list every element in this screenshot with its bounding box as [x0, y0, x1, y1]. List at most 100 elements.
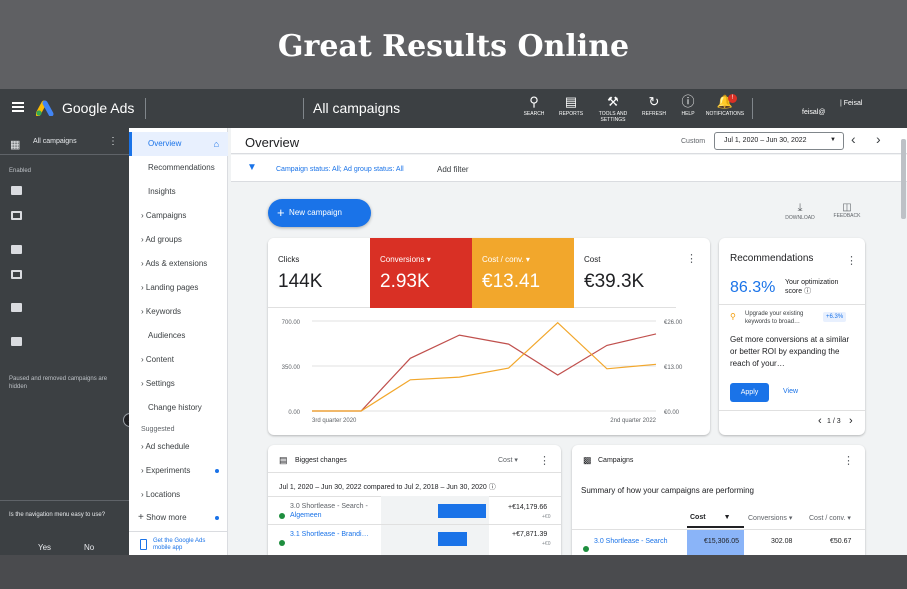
- paused-note: Paused and removed campaigns are hidden: [9, 376, 108, 390]
- help-icon[interactable]: ⓘ HELP: [671, 95, 705, 118]
- feedback-question: Is the navigation menu easy to use?: [9, 512, 106, 518]
- custom-label: Custom: [681, 138, 706, 145]
- notification-badge: !: [728, 94, 737, 103]
- search-icon[interactable]: ⚲ SEARCH: [517, 95, 551, 118]
- bottom-strip: [0, 555, 907, 589]
- reports-icon[interactable]: ▤ REPORTS: [554, 95, 588, 118]
- changes-icon: ▤: [279, 455, 288, 465]
- nav-item-locations[interactable]: › Locations: [129, 483, 228, 507]
- biggest-changes-card: ▤ Biggest changes Cost ▾ ⋮ Jul 1, 2020 –…: [268, 445, 561, 555]
- chart-menu-icon[interactable]: ⋮: [686, 252, 697, 265]
- nav-item-recommendations[interactable]: Recommendations: [129, 156, 228, 180]
- metric-cost-per-conv[interactable]: Cost / conv. ▾ €13.41: [472, 238, 574, 308]
- new-campaign-button[interactable]: + New campaign: [268, 199, 371, 227]
- search-campaign-icon[interactable]: [11, 303, 22, 312]
- nav-item-overview[interactable]: Overview ⌂: [129, 132, 228, 156]
- hamburger-icon[interactable]: [12, 102, 24, 112]
- campaign-rail: ▦ All campaigns ⋮ Enabled Paused and rem…: [0, 128, 137, 555]
- apply-button[interactable]: Apply: [730, 383, 769, 402]
- banner: Great Results Online: [0, 0, 907, 92]
- prev-period-icon[interactable]: ‹: [851, 131, 856, 147]
- download-icon[interactable]: ⤓ DOWNLOAD: [784, 202, 816, 221]
- score-label: Your optimization score ⓘ: [785, 279, 839, 295]
- more-vert-icon[interactable]: ⋮: [539, 454, 550, 467]
- bar-chart-icon: ▩: [583, 455, 592, 465]
- col-cost-per-conv[interactable]: Cost / conv. ▾: [809, 514, 851, 522]
- prev-recommendation-icon[interactable]: ‹: [818, 415, 822, 427]
- x-tick-label: 2nd quarter 2022: [610, 418, 656, 424]
- nav-item-landing-pages[interactable]: › Landing pages: [129, 276, 228, 300]
- nav-item-experiments[interactable]: › Experiments: [129, 459, 228, 483]
- recommendation-body: Get more conversions at a similar or bet…: [730, 335, 850, 368]
- nav-item-campaigns[interactable]: › Campaigns: [129, 204, 228, 228]
- y2-tick-label: €26.00: [664, 320, 683, 326]
- overview-title: Overview: [245, 135, 300, 150]
- next-period-icon[interactable]: ›: [876, 131, 881, 147]
- change-bar: [438, 504, 486, 518]
- filter-icon[interactable]: ▼: [247, 162, 257, 173]
- compare-range: Jul 1, 2020 – Jun 30, 2022 compared to J…: [279, 484, 496, 491]
- col-cost[interactable]: Cost ▼: [690, 514, 731, 521]
- top-bar: Google Ads All campaigns ⚲ SEARCH ▤ REPORT…: [0, 89, 907, 128]
- feedback-no-button[interactable]: No: [84, 543, 94, 552]
- display-campaign-icon[interactable]: [11, 211, 22, 220]
- all-campaigns-link[interactable]: All campaigns: [33, 138, 77, 145]
- refresh-icon[interactable]: ↻ REFRESH: [637, 95, 671, 118]
- y-tick-label: 350.00: [282, 365, 301, 371]
- metric-clicks[interactable]: Clicks 144K: [268, 238, 370, 308]
- performance-chart: 700.00 €26.00 350.00 €13.00 0.00 €0.00 3rd qua…: [282, 320, 683, 424]
- nav-item-ad-schedule[interactable]: › Ad schedule: [129, 435, 228, 459]
- next-recommendation-icon[interactable]: ›: [849, 415, 853, 427]
- recommendations-card: Recommendations ⋮ 86.3% Your optimizatio…: [719, 238, 865, 435]
- view-button[interactable]: View: [783, 388, 798, 395]
- changes-sort-select[interactable]: Cost ▾: [498, 456, 518, 464]
- page-scrollbar[interactable]: [901, 139, 906, 219]
- enabled-label: Enabled: [9, 168, 32, 174]
- x-tick-label: 3rd quarter 2020: [312, 418, 357, 424]
- nav-item-keywords[interactable]: › Keywords: [129, 300, 228, 324]
- y-tick-label: 0.00: [288, 410, 300, 416]
- recommendation-tip[interactable]: Upgrade your existing keywords to broad…: [745, 310, 815, 326]
- more-vert-icon[interactable]: ⋮: [846, 254, 857, 267]
- feedback-yes-button[interactable]: Yes: [38, 543, 51, 552]
- recommendation-pager: 1 / 3: [827, 418, 841, 425]
- nav-item-change-history[interactable]: Change history: [129, 396, 228, 420]
- help-icon[interactable]: ⓘ: [489, 484, 496, 491]
- more-vert-icon[interactable]: ⋮: [108, 136, 118, 147]
- page-title: All campaigns: [313, 100, 401, 116]
- feedback-icon[interactable]: ◫ FEEDBACK: [831, 202, 863, 219]
- metric-cost[interactable]: Cost €39.3K: [574, 238, 676, 308]
- display-campaign-icon[interactable]: [11, 270, 22, 279]
- main-content: Overview Custom Jul 1, 2020 – Jun 30, 20…: [231, 128, 907, 555]
- nav-item-insights[interactable]: Insights: [129, 180, 228, 204]
- change-bar: [438, 532, 468, 546]
- tip-delta: +6.3%: [823, 312, 847, 322]
- show-more-button[interactable]: + Show more: [129, 506, 228, 530]
- col-conversions[interactable]: Conversions ▾: [748, 514, 792, 522]
- bell-icon[interactable]: 🔔 NOTIFICATIONS: [703, 95, 747, 118]
- search-campaign-icon[interactable]: [11, 245, 22, 254]
- suggested-label: Suggested: [141, 426, 175, 433]
- y2-tick-label: €13.00: [664, 365, 683, 371]
- metric-conversions[interactable]: Conversions ▾ 2.93K: [370, 238, 472, 308]
- banner-title: Great Results Online: [277, 28, 630, 64]
- date-range-picker[interactable]: Jul 1, 2020 – Jun 30, 2022 ▼: [714, 132, 844, 150]
- campaigns-title: Campaigns: [598, 457, 634, 464]
- nav-item-ads-extensions[interactable]: › Ads & extensions: [129, 252, 228, 276]
- mobile-app-link[interactable]: Get the Google Ads mobile app: [153, 538, 218, 552]
- filter-summary[interactable]: Campaign status: All; Ad group status: A…: [276, 166, 404, 173]
- plus-icon: +: [138, 512, 144, 523]
- nav-item-audiences[interactable]: Audiences: [129, 324, 228, 348]
- campaigns-summary: Summary of how your campaigns are perfor…: [581, 486, 754, 495]
- nav-item-content[interactable]: › Content: [129, 348, 228, 372]
- nav-item-settings[interactable]: › Settings: [129, 372, 228, 396]
- wrench-icon[interactable]: ⚒ TOOLS AND SETTINGS: [596, 95, 630, 124]
- more-vert-icon[interactable]: ⋮: [843, 454, 854, 467]
- y2-tick-label: €0.00: [664, 410, 680, 416]
- nav-item-ad-groups[interactable]: › Ad groups: [129, 228, 228, 252]
- account-email[interactable]: feisal@: [802, 109, 825, 116]
- help-icon[interactable]: ⓘ: [804, 288, 811, 295]
- add-filter-button[interactable]: Add filter: [437, 165, 469, 174]
- search-campaign-icon[interactable]: [11, 337, 22, 346]
- search-campaign-icon[interactable]: [11, 186, 22, 195]
